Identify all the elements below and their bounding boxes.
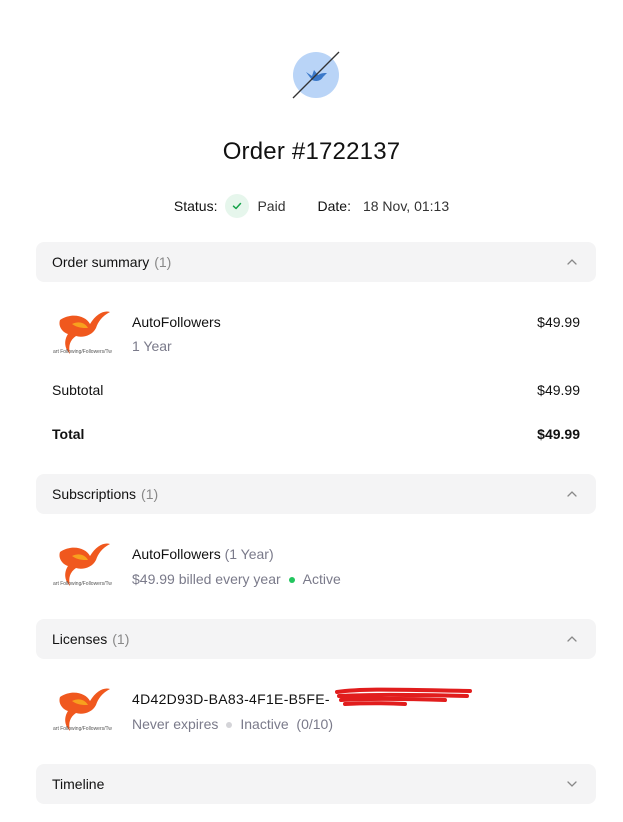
chevron-up-icon[interactable] (564, 254, 580, 270)
product-thumbnail: art Following/Followers/Tw (52, 306, 116, 358)
licenses-header[interactable]: Licenses (1) (36, 619, 596, 659)
total-value: $49.99 (537, 426, 580, 442)
subscriptions-header[interactable]: Subscriptions (1) (36, 474, 596, 514)
subscription-thumbnail: art Following/Followers/Tw (52, 538, 116, 590)
license-activations: (0/10) (296, 716, 333, 732)
license-status: Inactive (240, 716, 289, 732)
product-name: AutoFollowers (132, 314, 221, 330)
subscription-title: AutoFollowers (1 Year) (132, 546, 274, 562)
section-title: Subscriptions (52, 486, 137, 502)
license-thumbnail: art Following/Followers/Tw (52, 683, 116, 735)
status-dot (288, 576, 295, 583)
license-details: Never expires Inactive (0/10) (132, 716, 333, 732)
store-logo (292, 51, 340, 99)
page-title: Order #1722137 (222, 138, 401, 165)
subtotal-value: $49.99 (537, 382, 580, 398)
timeline-header[interactable]: Timeline (36, 764, 596, 804)
license-expiry: Never expires (132, 716, 219, 732)
section-title: Order summary (52, 254, 150, 270)
billing-text: $49.99 billed every year (132, 571, 281, 587)
subtotal-label: Subtotal (52, 382, 104, 398)
section-title: Timeline (52, 776, 105, 792)
total-label: Total (52, 426, 85, 442)
section-count: (1) (154, 254, 172, 270)
status-label: Status: (173, 198, 218, 214)
section-title: Licenses (52, 631, 108, 647)
chevron-up-icon[interactable] (564, 486, 580, 502)
product-price: $49.99 (537, 314, 580, 330)
bird-icon (292, 51, 340, 99)
order-summary-header[interactable]: Order summary (1) (36, 242, 596, 282)
status-dot (226, 721, 233, 728)
section-count: (1) (112, 631, 130, 647)
subscription-details: $49.99 billed every year Active (132, 571, 341, 587)
redaction-scribble (335, 687, 472, 706)
subscription-period: (1 Year) (224, 546, 274, 562)
product-period: 1 Year (132, 338, 172, 354)
check-icon (225, 194, 250, 218)
date-value: 18 Nov, 01:13 (362, 198, 450, 214)
thumbnail-caption: art Following/Followers/Tw (53, 726, 112, 732)
status-badge: Paid (257, 198, 286, 214)
license-key[interactable]: 4D42D93D-BA83-4F1E-B5FE- (132, 691, 330, 707)
thumbnail-caption: art Following/Followers/Tw (53, 349, 112, 355)
date-label: Date: (317, 198, 351, 214)
chevron-up-icon[interactable] (564, 631, 580, 647)
order-meta: Status: Paid Date: 18 Nov, 01:13 (0, 194, 623, 218)
subscription-status: Active (302, 571, 341, 587)
thumbnail-caption: art Following/Followers/Tw (53, 581, 112, 587)
section-count: (1) (141, 486, 159, 502)
chevron-down-icon[interactable] (564, 776, 580, 792)
subscription-name: AutoFollowers (132, 546, 221, 562)
